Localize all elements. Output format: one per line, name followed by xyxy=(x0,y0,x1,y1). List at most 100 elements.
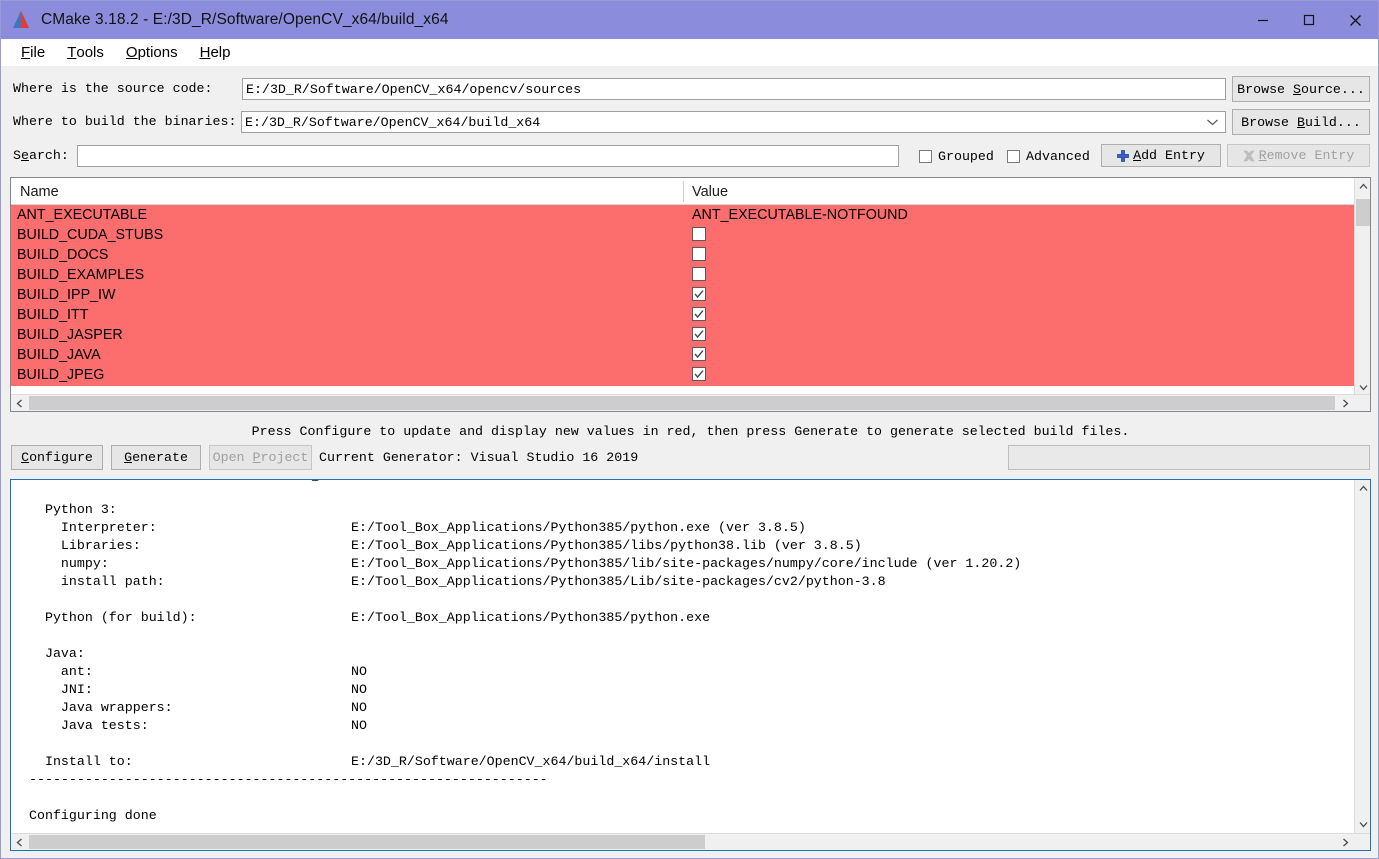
menu-file[interactable]: FFileile xyxy=(10,39,56,66)
build-binaries-row: Where to build the binaries: E:/3D_R/Sof… xyxy=(1,108,1378,136)
clipped-text-fragment: i xyxy=(311,480,319,485)
output-scroll-right-button[interactable] xyxy=(1337,834,1354,850)
browse-build-button[interactable]: Browse Build... xyxy=(1232,109,1370,135)
menu-bar: FFileile Tools Options Help xyxy=(1,39,1378,66)
scroll-left-button[interactable] xyxy=(11,395,28,411)
configure-hint-text: Press Configure to update and display ne… xyxy=(251,423,1130,439)
output-line-value: NO xyxy=(351,700,367,715)
cache-entry-name: BUILD_IPP_IW xyxy=(17,287,116,303)
column-divider[interactable] xyxy=(683,181,684,202)
output-line-label: ant: xyxy=(29,664,93,679)
chevron-down-icon xyxy=(1206,113,1219,131)
cache-checkbox-unchecked[interactable] xyxy=(692,267,706,281)
configure-button[interactable]: Configure xyxy=(11,445,103,470)
grouped-checkbox[interactable]: Grouped xyxy=(919,149,994,164)
cmake-gui-window: CMake 3.18.2 - E:/3D_R/Software/OpenCV_x… xyxy=(0,0,1379,859)
search-options-row: Search: Grouped Advanced Add Entry Remov… xyxy=(1,142,1378,170)
remove-x-icon xyxy=(1243,150,1255,162)
source-code-label: Where is the source code: xyxy=(13,81,213,97)
output-scroll-down-button[interactable] xyxy=(1355,816,1370,833)
cache-scroll-thumb[interactable] xyxy=(1356,199,1370,226)
grouped-label: Grouped xyxy=(938,149,994,164)
minimize-button[interactable] xyxy=(1240,1,1286,39)
cache-checkbox-checked[interactable] xyxy=(692,327,706,341)
scroll-up-button[interactable] xyxy=(1355,178,1370,195)
cache-checkbox-checked[interactable] xyxy=(692,347,706,361)
search-input[interactable] xyxy=(77,145,899,167)
output-line-label: ----------------------------------------… xyxy=(29,772,548,787)
cache-checkbox-checked[interactable] xyxy=(692,287,706,301)
source-code-row: Where is the source code: E:/3D_R/Softwa… xyxy=(1,75,1378,103)
table-row[interactable]: BUILD_DOCS xyxy=(11,245,1356,265)
cache-checkbox-unchecked[interactable] xyxy=(692,247,706,261)
scroll-right-button[interactable] xyxy=(1337,395,1354,411)
advanced-checkbox[interactable]: Advanced xyxy=(1007,149,1090,164)
current-generator-text: Current Generator: Visual Studio 16 2019 xyxy=(319,450,639,465)
cache-entry-name: BUILD_EXAMPLES xyxy=(17,267,145,283)
table-row[interactable]: BUILD_EXAMPLES xyxy=(11,265,1356,285)
output-hscroll-thumb[interactable] xyxy=(29,835,705,849)
cache-checkbox-unchecked[interactable] xyxy=(692,227,706,241)
output-scroll-left-button[interactable] xyxy=(11,834,28,850)
output-pane[interactable]: i Python 3: Interpreter: E:/Tool_Box_Appl… xyxy=(10,479,1371,851)
table-row[interactable]: BUILD_ITT xyxy=(11,305,1356,325)
maximize-button[interactable] xyxy=(1286,1,1332,39)
table-row[interactable]: BUILD_JPEG xyxy=(11,365,1356,385)
cache-entry-name: ANT_EXECUTABLE xyxy=(17,207,148,223)
output-line-label: Interpreter: xyxy=(29,520,157,535)
table-row[interactable]: BUILD_IPP_IW xyxy=(11,285,1356,305)
table-row[interactable]: BUILD_JASPER xyxy=(11,325,1356,345)
column-header-value[interactable]: Value xyxy=(692,178,728,205)
output-line-label: Python (for build): xyxy=(29,610,197,625)
menu-options[interactable]: Options xyxy=(115,39,189,66)
table-row[interactable]: BUILD_LIST xyxy=(11,385,1356,386)
column-header-name[interactable]: Name xyxy=(20,178,59,205)
source-code-value: E:/3D_R/Software/OpenCV_x64/opencv/sourc… xyxy=(246,81,582,97)
open-project-button[interactable]: Open Project xyxy=(209,445,312,470)
menu-help[interactable]: Help xyxy=(189,39,242,66)
menu-tools[interactable]: Tools xyxy=(56,39,115,66)
build-binaries-label: Where to build the binaries: xyxy=(13,114,237,130)
output-line-value: E:/Tool_Box_Applications/Python385/lib/s… xyxy=(351,556,1022,571)
cache-horizontal-scrollbar[interactable] xyxy=(11,394,1370,411)
cmake-logo-icon xyxy=(10,9,32,31)
cache-entry-name: BUILD_DOCS xyxy=(17,247,109,263)
cache-table: Name Value ANT_EXECUTABLE ANT_EXECUTABLE-… xyxy=(10,177,1371,412)
cache-entry-value[interactable]: ANT_EXECUTABLE-NOTFOUND xyxy=(692,207,908,223)
output-vertical-scrollbar[interactable] xyxy=(1354,480,1370,833)
cache-vertical-scrollbar[interactable] xyxy=(1354,178,1370,396)
browse-source-button[interactable]: Browse Source... xyxy=(1232,76,1370,102)
cache-table-header: Name Value xyxy=(11,178,1356,205)
output-line-value: NO xyxy=(351,682,367,697)
cache-checkbox-checked[interactable] xyxy=(692,367,706,381)
advanced-label: Advanced xyxy=(1026,149,1090,164)
table-row[interactable]: BUILD_CUDA_STUBS xyxy=(11,225,1356,245)
source-code-input[interactable]: E:/3D_R/Software/OpenCV_x64/opencv/sourc… xyxy=(242,78,1226,100)
table-row[interactable]: BUILD_JAVA xyxy=(11,345,1356,365)
cache-entry-name: BUILD_ITT xyxy=(17,307,89,323)
cache-hscroll-thumb[interactable] xyxy=(29,396,1335,410)
output-line-value: E:/Tool_Box_Applications/Python385/Lib/s… xyxy=(351,574,886,589)
output-line-label: Java tests: xyxy=(29,718,149,733)
output-line-label: install path: xyxy=(29,574,165,589)
output-line-label: Configuring done xyxy=(29,808,157,823)
configure-hint: Press Configure to update and display ne… xyxy=(1,421,1378,441)
output-line-label: Java wrappers: xyxy=(29,700,173,715)
window-title: CMake 3.18.2 - E:/3D_R/Software/OpenCV_x… xyxy=(41,11,449,28)
cache-checkbox-checked[interactable] xyxy=(692,307,706,321)
build-binaries-combo[interactable]: E:/3D_R/Software/OpenCV_x64/build_x64 xyxy=(241,111,1226,133)
output-line-value: E:/Tool_Box_Applications/Python385/pytho… xyxy=(351,610,711,625)
cache-entry-name: BUILD_JASPER xyxy=(17,327,123,343)
cache-row-list[interactable]: ANT_EXECUTABLE ANT_EXECUTABLE-NOTFOUND BUI… xyxy=(11,205,1356,386)
add-entry-button[interactable]: Add Entry xyxy=(1101,144,1221,167)
close-button[interactable] xyxy=(1332,1,1378,39)
cache-entry-name: BUILD_JAVA xyxy=(17,347,101,363)
output-line-value: E:/3D_R/Software/OpenCV_x64/build_x64/in… xyxy=(351,754,711,769)
remove-entry-button[interactable]: Remove Entry xyxy=(1227,144,1370,167)
generate-button[interactable]: Generate xyxy=(111,445,201,470)
table-row[interactable]: ANT_EXECUTABLE ANT_EXECUTABLE-NOTFOUND xyxy=(11,205,1356,225)
progress-bar xyxy=(1008,445,1370,470)
output-horizontal-scrollbar[interactable] xyxy=(11,833,1370,850)
cache-entry-name: BUILD_CUDA_STUBS xyxy=(17,227,164,243)
output-scroll-up-button[interactable] xyxy=(1355,480,1370,497)
